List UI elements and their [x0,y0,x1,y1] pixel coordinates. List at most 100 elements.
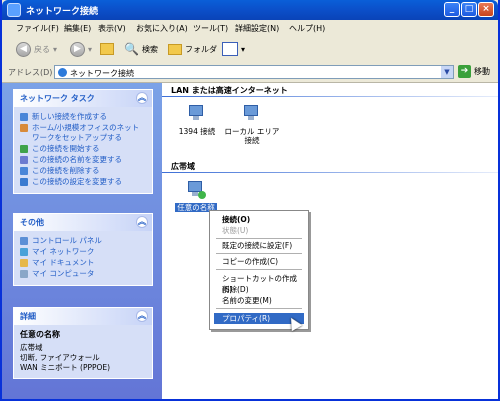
search-icon: 🔍 [124,42,139,56]
task-label: この接続を削除する [32,166,100,175]
network-connection-icon [186,103,208,125]
connection-label: ローカル エリア接続 [224,127,280,145]
group-header-broadband: 広帯域 [171,162,195,171]
search-label: 検索 [141,44,158,54]
folders-icon [168,43,182,55]
task-label: この接続の設定を変更する [32,177,122,186]
menu-view[interactable]: 表示(V) [98,23,126,34]
menu-file[interactable]: ファイル(F) [16,23,59,34]
menu-separator [216,238,302,239]
go-label: 移動 [474,67,490,76]
views-button[interactable]: ▾ [222,41,245,57]
group-divider [162,172,498,173]
network-connection-icon [241,103,263,125]
menu-separator [216,269,302,270]
forward-button[interactable]: ▶ ▾ [70,41,92,57]
menu-delete[interactable]: 削除(D) [214,284,304,295]
menu-rename[interactable]: 名前の変更(M) [214,295,304,306]
explorer-window: ネットワーク接続 _ □ × ファイル(F) 編集(E) 表示(V) お気に入り… [0,0,500,401]
link-my-documents[interactable]: マイ ドキュメント [20,258,146,268]
address-dropdown-icon[interactable]: ▼ [441,66,453,78]
task-rename-connection[interactable]: この接続の名前を変更する [20,155,146,165]
go-arrow-icon: ➔ [458,65,471,78]
network-globe-icon [58,68,67,77]
task-pane: ネットワーク タスク ︽ 新しい接続を作成する ホーム/小規模オフィスのネットワ… [2,83,162,399]
link-my-network[interactable]: マイ ネットワーク [20,247,146,257]
connection-broadband[interactable]: 任意の名称 [174,179,218,212]
details-status: 切断, ファイアウォール [20,353,100,362]
back-button[interactable]: ◀ 戻る ▾ [16,41,57,57]
connection-local-area[interactable]: ローカル エリア接続 [224,103,280,145]
views-dropdown-icon: ▾ [241,44,246,54]
menu-separator [216,308,302,309]
maximize-button[interactable]: □ [461,2,477,17]
network-connections-icon [7,3,21,17]
menu-favorites[interactable]: お気に入り(A) [136,23,188,34]
collapse-chevron-icon[interactable]: ︽ [136,92,148,104]
my-network-icon [20,248,28,256]
back-arrow-icon: ◀ [16,41,31,57]
network-tasks-header[interactable]: ネットワーク タスク ︽ [14,90,152,107]
other-places-title: その他 [20,218,44,227]
folders-button[interactable]: フォルダ [168,41,217,57]
control-panel-icon [20,237,28,245]
task-home-network-setup[interactable]: ホーム/小規模オフィスのネットワークをセットアップする [20,123,146,143]
collapse-chevron-icon[interactable]: ︽ [136,310,148,322]
link-label: マイ コンピュータ [32,269,95,278]
group-header-lan: LAN または高速インターネット [171,86,288,95]
task-change-settings[interactable]: この接続の設定を変更する [20,177,146,187]
link-my-computer[interactable]: マイ コンピュータ [20,269,146,279]
menu-edit[interactable]: 編集(E) [64,23,91,34]
menu-connect[interactable]: 接続(O) [214,214,304,225]
task-start-connection[interactable]: この接続を開始する [20,144,146,154]
menu-set-default[interactable]: 既定の接続に設定(F) [214,240,304,251]
connection-1394[interactable]: 1394 接続 [174,103,220,136]
details-connection-name: 任意の名称 [20,330,60,339]
link-label: コントロール パネル [32,236,102,245]
forward-dropdown-icon: ▾ [88,44,93,54]
menu-create-shortcut[interactable]: ショートカットの作成(S) [214,273,304,294]
address-value: ネットワーク接続 [70,69,134,78]
menu-status[interactable]: 状態(U) [214,225,304,236]
network-tasks-title: ネットワーク タスク [20,94,95,103]
connect-icon [20,145,28,153]
back-label: 戻る [34,44,50,54]
folders-label: フォルダ [185,44,217,54]
up-folder-button[interactable] [100,41,114,57]
menu-create-copy[interactable]: コピーの作成(C) [214,256,304,267]
home-network-icon [20,124,28,132]
settings-icon [20,178,28,186]
minimize-button[interactable]: _ [444,2,460,17]
link-label: マイ ネットワーク [32,247,95,256]
context-menu: 接続(O) 状態(U) 既定の接続に設定(F) コピーの作成(C) ショートカッ… [209,210,309,330]
network-tasks-panel: ネットワーク タスク ︽ 新しい接続を作成する ホーム/小規模オフィスのネットワ… [13,89,153,194]
details-header[interactable]: 詳細 ︽ [14,308,152,325]
toolbar: ◀ 戻る ▾ ▶ ▾ 🔍 検索 フォルダ ▾ [2,36,498,63]
group-divider [162,96,498,97]
close-button[interactable]: × [478,2,494,17]
address-label: アドレス(D) [8,68,53,77]
delete-icon [20,167,28,175]
menu-advanced[interactable]: 詳細設定(N) [235,23,279,34]
back-dropdown-icon: ▾ [53,44,58,54]
task-delete-connection[interactable]: この接続を削除する [20,166,146,176]
folder-up-icon [100,43,114,55]
task-new-connection[interactable]: 新しい接続を作成する [20,112,146,122]
task-label: 新しい接続を作成する [32,112,107,121]
collapse-chevron-icon[interactable]: ︽ [136,216,148,228]
menu-help[interactable]: ヘルプ(H) [289,23,325,34]
address-field[interactable]: ネットワーク接続 ▼ [54,65,454,79]
menu-tools[interactable]: ツール(T) [193,23,228,34]
task-label: この接続の名前を変更する [32,155,122,164]
title-bar: ネットワーク接続 _ □ × [2,0,498,20]
new-connection-icon [20,113,28,121]
my-documents-icon [20,259,28,267]
go-button[interactable]: ➔ 移動 [458,65,490,78]
forward-arrow-icon: ▶ [70,41,85,57]
search-button[interactable]: 🔍 検索 [124,41,158,57]
other-places-panel: その他 ︽ コントロール パネル マイ ネットワーク マイ ドキュメント マイ … [13,213,153,286]
other-places-header[interactable]: その他 ︽ [14,214,152,231]
details-title: 詳細 [20,312,36,321]
link-control-panel[interactable]: コントロール パネル [20,236,146,246]
menu-separator [216,253,302,254]
